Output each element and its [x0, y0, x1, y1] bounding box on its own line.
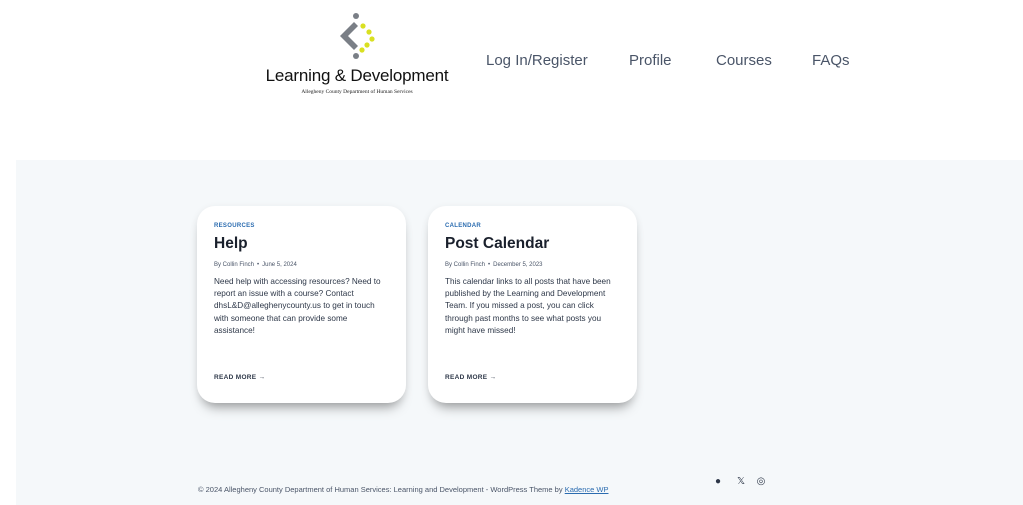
github-icon[interactable]: ●	[708, 471, 728, 491]
post-meta: By Collin Finch • December 5, 2023	[445, 262, 543, 268]
post-date: June 5, 2024	[262, 262, 297, 268]
post-card-help[interactable]: RESOURCES Help By Collin Finch • June 5, 2…	[197, 206, 406, 403]
post-excerpt: Need help with accessing resources? Need…	[214, 277, 381, 335]
nav-courses[interactable]: Courses	[716, 52, 772, 69]
nav-faqs[interactable]: FAQs	[812, 52, 850, 69]
read-more-link[interactable]: READ MORE →	[214, 374, 265, 381]
read-more-link[interactable]: READ MORE →	[445, 374, 496, 381]
post-category-link[interactable]: CALENDAR	[445, 223, 620, 229]
post-excerpt: This calendar links to all posts that ha…	[445, 277, 611, 335]
theme-link[interactable]: Kadence WP	[565, 485, 609, 494]
post-title[interactable]: Help	[214, 235, 389, 253]
nav-profile[interactable]: Profile	[629, 52, 672, 69]
post-title[interactable]: Post Calendar	[445, 235, 620, 253]
x-icon[interactable]: 𝕏	[731, 471, 751, 491]
post-meta: By Collin Finch • June 5, 2024	[214, 262, 297, 268]
copyright-text: © 2024 Allegheny County Department of Hu…	[198, 485, 565, 494]
post-card-post-calendar[interactable]: CALENDAR Post Calendar By Collin Finch • D…	[428, 206, 637, 403]
logo-diamond-icon	[340, 13, 375, 59]
site-logo[interactable]: Learning & Development Allegheny County …	[262, 12, 452, 102]
logo-title: Learning & Development	[265, 66, 449, 85]
logo-subtitle: Allegheny County Department of Human Ser…	[301, 89, 413, 95]
post-date: December 5, 2023	[493, 262, 543, 268]
site-header: Learning & Development Allegheny County …	[0, 0, 1023, 160]
footer-copyright: © 2024 Allegheny County Department of Hu…	[198, 485, 608, 494]
instagram-icon[interactable]: ◎	[751, 471, 771, 491]
post-author[interactable]: By Collin Finch	[445, 262, 485, 268]
post-author[interactable]: By Collin Finch	[214, 262, 254, 268]
post-category-link[interactable]: RESOURCES	[214, 223, 389, 229]
nav-login-register[interactable]: Log In/Register	[486, 52, 588, 69]
main-content: RESOURCES Help By Collin Finch • June 5, 2…	[16, 160, 1023, 505]
